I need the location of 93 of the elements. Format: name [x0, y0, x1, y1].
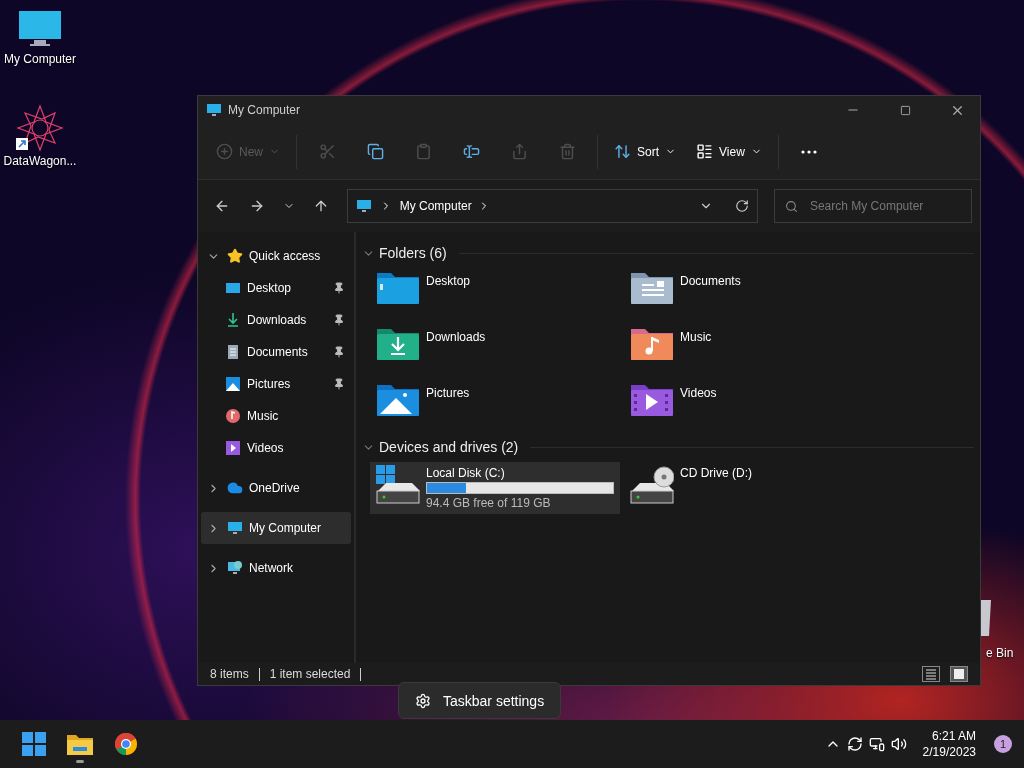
- search-icon: [784, 199, 798, 213]
- maximize-icon: [899, 104, 911, 116]
- free-space-text: 94.4 GB free of 119 GB: [426, 496, 552, 510]
- view-button[interactable]: View: [688, 133, 770, 170]
- desktop-icon-label[interactable]: e Bin: [986, 646, 1014, 660]
- sidebar-item[interactable]: OneDrive: [201, 472, 351, 504]
- date-text: 2/19/2023: [922, 744, 976, 760]
- refresh-icon[interactable]: [734, 199, 749, 213]
- drive-tile[interactable]: Local Disk (C:) 94.4 GB free of 119 GB: [370, 462, 620, 514]
- sync-icon[interactable]: [846, 736, 863, 752]
- paste-icon: [414, 143, 432, 160]
- address-path: My Computer: [399, 199, 472, 213]
- sidebar-label: Downloads: [247, 313, 308, 327]
- cut-icon: [318, 143, 336, 160]
- selection-count: 1 item selected: [269, 667, 351, 681]
- plus-icon: [216, 143, 233, 160]
- clock[interactable]: 6:21 AM 2/19/2023: [922, 728, 976, 760]
- sidebar-item[interactable]: Music: [201, 400, 351, 432]
- folder-label[interactable]: Documents: [680, 270, 741, 288]
- drive-tile[interactable]: CD Drive (D:): [624, 462, 874, 514]
- address-bar[interactable]: My Computer: [346, 189, 758, 223]
- search-field[interactable]: Search My Computer: [807, 198, 958, 214]
- share-icon: [510, 143, 528, 160]
- folder-icon: [630, 326, 674, 362]
- folder-label[interactable]: Videos: [680, 382, 717, 400]
- more-icon: [800, 149, 817, 154]
- sidebar-label: Videos: [247, 441, 285, 455]
- sidebar-item[interactable]: Quick access: [201, 240, 351, 272]
- tiles-view-button[interactable]: [950, 666, 968, 682]
- desktop-icon-label[interactable]: My Computer: [4, 52, 76, 66]
- sidebar-item[interactable]: Videos: [201, 432, 351, 464]
- folder-icon: [376, 382, 420, 418]
- sidebar-label: Pictures: [247, 377, 292, 391]
- folder-label[interactable]: Desktop: [426, 270, 471, 288]
- folder-label[interactable]: Pictures: [426, 382, 470, 400]
- tooltip-text: Taskbar settings: [443, 692, 545, 709]
- hard-drive-icon: [376, 465, 420, 505]
- search-box[interactable]: Search My Computer: [773, 189, 972, 223]
- delete-icon: [558, 143, 576, 160]
- sort-button[interactable]: Sort: [606, 133, 685, 170]
- window-title: My Computer: [228, 103, 302, 117]
- sidebar-item[interactable]: Desktop: [201, 272, 351, 304]
- cloud-icon: [227, 480, 243, 496]
- folder-icon: [630, 382, 674, 418]
- video-icon: [225, 440, 241, 456]
- cd-drive-icon: [630, 465, 674, 505]
- details-view-button[interactable]: [922, 666, 940, 682]
- browser-logo-icon: [114, 732, 138, 756]
- view-icon: [696, 143, 714, 160]
- sidebar-item[interactable]: My Computer: [201, 512, 351, 544]
- folder-icon: [630, 270, 674, 306]
- settings-icon: [415, 692, 431, 709]
- sidebar-item[interactable]: Network: [201, 552, 351, 584]
- sidebar-label: OneDrive: [249, 481, 301, 495]
- network-icon[interactable]: [868, 736, 885, 752]
- rename-icon: [462, 143, 480, 160]
- star-icon: [227, 248, 243, 264]
- sidebar-label: Documents: [247, 345, 309, 359]
- sidebar-label: Quick access: [249, 249, 322, 263]
- drive-label: Local Disk (C:): [426, 466, 506, 480]
- sidebar-label: Network: [249, 561, 294, 575]
- music-icon: [225, 408, 241, 424]
- folder-label[interactable]: Music: [680, 326, 712, 344]
- monitor-icon: [206, 102, 222, 118]
- windows-logo-icon: [22, 732, 46, 756]
- volume-icon[interactable]: [890, 736, 907, 752]
- folder-icon: [376, 326, 420, 362]
- sidebar-item[interactable]: Documents: [201, 336, 351, 368]
- sidebar-label: Music: [247, 409, 280, 423]
- sidebar-item[interactable]: Pictures: [201, 368, 351, 400]
- copy-icon: [366, 143, 384, 160]
- picture-icon: [225, 376, 241, 392]
- sidebar-item[interactable]: Downloads: [201, 304, 351, 336]
- monitor-icon: [227, 520, 243, 536]
- network-icon: [227, 560, 243, 576]
- desktop-icon-label[interactable]: DataWagon...: [3, 154, 77, 168]
- sort-icon: [614, 143, 631, 160]
- folder-icon: [376, 270, 420, 306]
- section-title: Devices and drives (2): [379, 439, 519, 455]
- download-icon: [225, 312, 241, 328]
- notification-badge[interactable]: 1: [994, 735, 1012, 753]
- item-count: 8 items: [210, 667, 249, 681]
- sidebar-label: Desktop: [247, 281, 293, 295]
- sidebar-label: My Computer: [249, 521, 323, 535]
- folder-label[interactable]: Downloads: [426, 326, 486, 344]
- star-burst-icon: [16, 104, 64, 152]
- section-title: Folders (6): [379, 245, 447, 261]
- desktop-icon: [225, 280, 241, 296]
- document-icon: [225, 344, 241, 360]
- monitor-icon: [355, 198, 372, 214]
- time-text: 6:21 AM: [931, 728, 976, 744]
- drive-label: CD Drive (D:): [680, 466, 753, 480]
- folder-icon: [67, 733, 93, 755]
